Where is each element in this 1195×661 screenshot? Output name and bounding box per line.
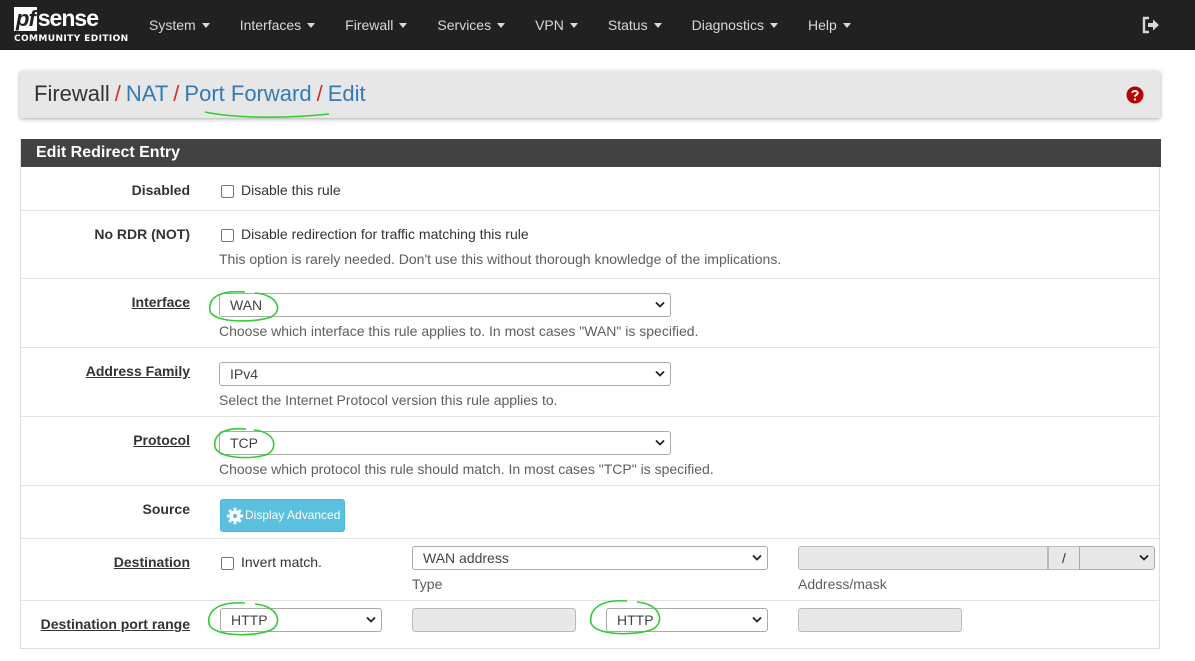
- caret-down-icon: [769, 22, 778, 28]
- breadcrumb-port-forward-link[interactable]: Port Forward: [184, 81, 311, 106]
- menu-firewall[interactable]: Firewall: [330, 0, 422, 50]
- menu-system[interactable]: System: [134, 0, 225, 50]
- row-no-rdr: No RDR (NOT) Disable redirection for tra…: [21, 211, 1159, 279]
- label-address-family: Address Family: [85, 363, 190, 379]
- protocol-help: Choose which protocol this rule should m…: [219, 461, 714, 477]
- top-navbar: pf sense COMMUNITY EDITION System Interfa…: [0, 0, 1195, 50]
- logo-pf: pf: [14, 6, 37, 31]
- caret-down-icon: [497, 22, 506, 28]
- logo-edition: COMMUNITY EDITION: [14, 34, 129, 44]
- row-protocol: Protocol TCP Choose which protocol this …: [21, 417, 1159, 486]
- chevron-down-icon: [655, 439, 665, 446]
- chevron-down-icon: [752, 616, 762, 623]
- label-no-rdr: No RDR (NOT): [94, 226, 190, 242]
- edit-redirect-panel: Edit Redirect Entry Disabled Disable thi…: [20, 139, 1161, 649]
- destination-address-input[interactable]: [798, 546, 1048, 570]
- annotation-underline: [204, 111, 330, 118]
- menu-interfaces[interactable]: Interfaces: [225, 0, 330, 50]
- invert-match-checkbox[interactable]: [221, 557, 234, 570]
- row-source: Source Display Advanced: [21, 486, 1159, 539]
- gear-icon: [226, 507, 244, 525]
- chevron-down-icon: [655, 301, 665, 308]
- chevron-down-icon: [655, 370, 665, 377]
- caret-down-icon: [201, 22, 210, 28]
- interface-help: Choose which interface this rule applies…: [219, 323, 699, 339]
- label-destination-port-range: Destination port range: [40, 616, 190, 632]
- destination-type-select[interactable]: WAN address: [412, 546, 768, 570]
- invert-match-label[interactable]: Invert match.: [241, 554, 322, 570]
- breadcrumb-separator: /: [114, 81, 121, 106]
- caret-down-icon: [307, 22, 316, 28]
- address-family-select[interactable]: IPv4: [219, 362, 671, 386]
- breadcrumb-separator: /: [316, 81, 323, 106]
- sign-out-icon[interactable]: [1141, 15, 1161, 35]
- question-circle-icon[interactable]: [1126, 86, 1144, 104]
- main-menu: System Interfaces Firewall Services VPN …: [134, 0, 866, 50]
- no-rdr-label[interactable]: Disable redirection for traffic matching…: [241, 226, 529, 242]
- menu-services[interactable]: Services: [422, 0, 520, 50]
- breadcrumb-edit-link[interactable]: Edit: [328, 81, 366, 106]
- panel-heading: Edit Redirect Entry: [21, 139, 1161, 167]
- port-to-custom-input[interactable]: [798, 608, 962, 632]
- breadcrumb-separator: /: [173, 81, 180, 106]
- disable-rule-label[interactable]: Disable this rule: [241, 182, 341, 198]
- port-from-select[interactable]: HTTP: [220, 608, 382, 632]
- label-protocol: Protocol: [133, 432, 190, 448]
- caret-down-icon: [569, 22, 578, 28]
- label-destination: Destination: [113, 554, 190, 570]
- breadcrumb-firewall: Firewall: [34, 81, 110, 106]
- destination-type-label: Type: [412, 576, 443, 592]
- pfsense-logo[interactable]: pf sense COMMUNITY EDITION: [14, 6, 129, 46]
- disable-rule-checkbox[interactable]: [221, 185, 234, 198]
- row-destination-port-range: Destination port range HTTP HTTP: [21, 601, 1159, 661]
- caret-down-icon: [842, 22, 851, 28]
- label-disabled: Disabled: [131, 182, 190, 198]
- menu-vpn[interactable]: VPN: [520, 0, 593, 50]
- no-rdr-checkbox[interactable]: [221, 229, 234, 242]
- chevron-down-icon: [366, 616, 376, 623]
- chevron-down-icon: [752, 554, 762, 561]
- destination-mask-select[interactable]: [1079, 546, 1155, 570]
- logo-sense: sense: [37, 5, 99, 31]
- protocol-select[interactable]: TCP: [219, 431, 671, 455]
- breadcrumb-nat-link[interactable]: NAT: [126, 81, 168, 106]
- row-address-family: Address Family IPv4 Select the Internet …: [21, 348, 1159, 417]
- port-from-custom-input[interactable]: [412, 608, 576, 632]
- breadcrumb: Firewall / NAT / Port Forward / Edit: [34, 81, 366, 107]
- address-mask-label: Address/mask: [798, 576, 887, 592]
- no-rdr-help: This option is rarely needed. Don't use …: [219, 251, 782, 267]
- breadcrumb-panel: Firewall / NAT / Port Forward / Edit: [20, 71, 1160, 118]
- chevron-down-icon: [1139, 554, 1149, 561]
- caret-down-icon: [653, 22, 662, 28]
- port-to-select[interactable]: HTTP: [606, 608, 768, 632]
- caret-down-icon: [399, 22, 408, 28]
- menu-help[interactable]: Help: [793, 0, 866, 50]
- row-interface: Interface WAN Choose which interface thi…: [21, 279, 1159, 348]
- display-advanced-button[interactable]: Display Advanced: [220, 499, 345, 532]
- row-destination: Destination Invert match. WAN address Ty…: [21, 539, 1159, 601]
- label-source: Source: [142, 501, 190, 517]
- mask-separator: /: [1048, 546, 1080, 570]
- row-disabled: Disabled Disable this rule: [21, 167, 1159, 211]
- address-family-help: Select the Internet Protocol version thi…: [219, 392, 558, 408]
- menu-diagnostics[interactable]: Diagnostics: [677, 0, 793, 50]
- label-interface: Interface: [131, 294, 190, 310]
- interface-select[interactable]: WAN: [219, 293, 671, 317]
- logo-wordmark: pf sense: [14, 6, 124, 32]
- menu-status[interactable]: Status: [593, 0, 677, 50]
